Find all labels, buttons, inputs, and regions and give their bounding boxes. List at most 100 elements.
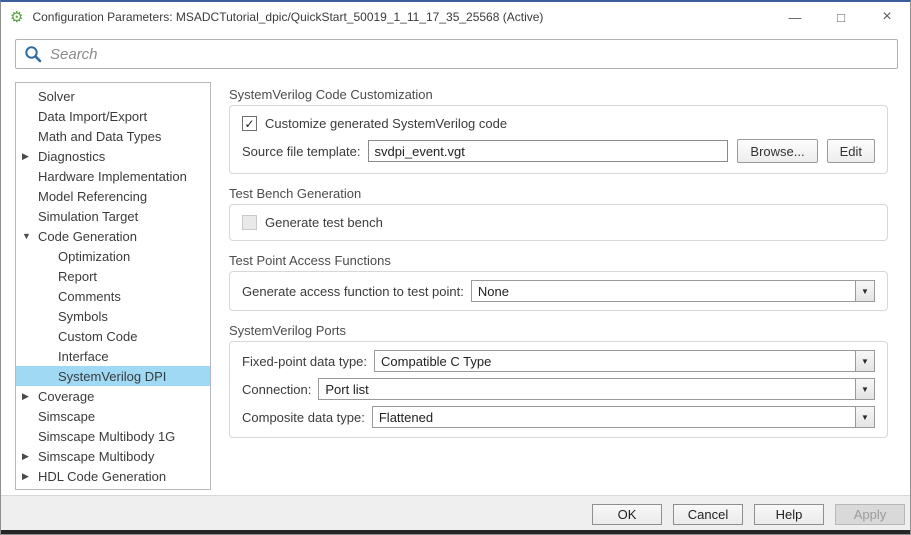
sidebar-item-report[interactable]: Report <box>16 266 210 286</box>
configuration-parameters-dialog: ⚙ Configuration Parameters: MSADCTutoria… <box>0 0 911 535</box>
sidebar-item-custom-code[interactable]: Custom Code <box>16 326 210 346</box>
sidebar-item-label: SystemVerilog DPI <box>56 369 166 384</box>
sidebar-item-label: Math and Data Types <box>36 129 161 144</box>
sidebar-item-label: Data Import/Export <box>36 109 147 124</box>
sidebar-item-comments[interactable]: Comments <box>16 286 210 306</box>
chevron-collapsed-icon[interactable]: ▶ <box>20 151 36 162</box>
footer-bar: OK Cancel Help Apply <box>1 495 910 530</box>
ok-button[interactable]: OK <box>592 504 662 525</box>
sidebar-item-label: Simscape Multibody 1G <box>36 429 175 444</box>
test-point-dropdown[interactable]: None ▼ <box>471 280 875 302</box>
sidebar-item-simscape[interactable]: Simscape <box>16 406 210 426</box>
source-template-input[interactable] <box>368 140 729 162</box>
connection-label: Connection: <box>242 382 311 397</box>
chevron-down-icon[interactable]: ▼ <box>855 407 874 427</box>
edit-button[interactable]: Edit <box>827 139 875 163</box>
search-icon <box>24 45 42 63</box>
sidebar-item-model-referencing[interactable]: Model Referencing <box>16 186 210 206</box>
sidebar-item-label: Interface <box>56 349 109 364</box>
sidebar-item-simscape-multibody-1g[interactable]: Simscape Multibody 1G <box>16 426 210 446</box>
test-point-dropdown-value: None <box>472 281 855 301</box>
sidebar-item-label: Model Referencing <box>36 189 147 204</box>
sidebar-item-simscape-multibody[interactable]: ▶Simscape Multibody <box>16 446 210 466</box>
taskbar-strip <box>1 530 910 534</box>
chevron-down-icon[interactable]: ▼ <box>855 281 874 301</box>
minimize-button[interactable]: — <box>772 2 818 32</box>
maximize-button[interactable]: □ <box>818 2 864 32</box>
window-title: Configuration Parameters: MSADCTutorial_… <box>32 10 543 24</box>
chevron-collapsed-icon[interactable]: ▶ <box>20 451 36 462</box>
customize-code-label: Customize generated SystemVerilog code <box>265 116 507 131</box>
chevron-collapsed-icon[interactable]: ▶ <box>20 391 36 402</box>
source-template-label: Source file template: <box>242 144 361 159</box>
sidebar-item-label: Symbols <box>56 309 108 324</box>
section-panel-test-bench: Generate test bench <box>229 204 888 241</box>
chevron-expanded-icon[interactable]: ▼ <box>20 231 36 241</box>
sidebar-item-label: Optimization <box>56 249 130 264</box>
section-panel-sv-ports: Fixed-point data type: Compatible C Type… <box>229 341 888 438</box>
sidebar-item-label: Simscape Multibody <box>36 449 154 464</box>
connection-dropdown-value: Port list <box>319 379 855 399</box>
sidebar-item-diagnostics[interactable]: ▶Diagnostics <box>16 146 210 166</box>
generate-test-bench-row: Generate test bench <box>242 215 875 230</box>
source-template-row: Source file template: Browse... Edit <box>242 139 875 163</box>
composite-dropdown[interactable]: Flattened ▼ <box>372 406 875 428</box>
sidebar-item-hdl-code-generation[interactable]: ▶HDL Code Generation <box>16 466 210 486</box>
chevron-down-icon[interactable]: ▼ <box>855 379 874 399</box>
apply-button: Apply <box>835 504 905 525</box>
customize-code-checkbox[interactable]: ✓ <box>242 116 257 131</box>
sidebar-item-label: Simscape <box>36 409 95 424</box>
sidebar-item-label: Code Generation <box>36 229 137 244</box>
main-panel: SystemVerilog Code Customization ✓ Custo… <box>229 82 888 438</box>
test-point-row: Generate access function to test point: … <box>242 280 875 302</box>
sidebar-item-data-import-export[interactable]: Data Import/Export <box>16 106 210 126</box>
sidebar-item-label: Comments <box>56 289 121 304</box>
browse-button[interactable]: Browse... <box>737 139 817 163</box>
section-panel-test-point: Generate access function to test point: … <box>229 271 888 311</box>
sidebar-item-label: Custom Code <box>56 329 137 344</box>
section-title-test-bench-generation: Test Bench Generation <box>229 186 888 201</box>
sidebar-item-solver[interactable]: Solver <box>16 86 210 106</box>
chevron-down-icon[interactable]: ▼ <box>855 351 874 371</box>
section-title-systemverilog-ports: SystemVerilog Ports <box>229 323 888 338</box>
app-gear-icon: ⚙ <box>10 10 23 25</box>
sidebar-item-label: Diagnostics <box>36 149 105 164</box>
footer-buttons: OK Cancel Help Apply <box>581 504 905 525</box>
test-point-label: Generate access function to test point: <box>242 284 464 299</box>
connection-dropdown[interactable]: Port list ▼ <box>318 378 875 400</box>
sidebar-item-interface[interactable]: Interface <box>16 346 210 366</box>
sidebar-item-label: Report <box>56 269 97 284</box>
section-title-systemverilog-code-customization: SystemVerilog Code Customization <box>229 87 888 102</box>
fixed-point-dropdown[interactable]: Compatible C Type ▼ <box>374 350 875 372</box>
connection-row: Connection: Port list ▼ <box>242 378 875 400</box>
section-panel-code-customization: ✓ Customize generated SystemVerilog code… <box>229 105 888 174</box>
sidebar-tree: Solver Data Import/Export Math and Data Ty… <box>15 82 211 490</box>
cancel-button[interactable]: Cancel <box>673 504 743 525</box>
composite-label: Composite data type: <box>242 410 365 425</box>
composite-dropdown-value: Flattened <box>373 407 855 427</box>
sidebar-item-optimization[interactable]: Optimization <box>16 246 210 266</box>
help-button[interactable]: Help <box>754 504 824 525</box>
search-input[interactable] <box>50 46 889 63</box>
window-controls: — □ × <box>772 2 910 32</box>
sidebar-item-coverage[interactable]: ▶Coverage <box>16 386 210 406</box>
fixed-point-dropdown-value: Compatible C Type <box>375 351 855 371</box>
generate-test-bench-label: Generate test bench <box>265 215 383 230</box>
customize-code-row: ✓ Customize generated SystemVerilog code <box>242 116 875 131</box>
generate-test-bench-checkbox <box>242 215 257 230</box>
chevron-collapsed-icon[interactable]: ▶ <box>20 471 36 482</box>
sidebar-item-systemverilog-dpi[interactable]: SystemVerilog DPI <box>16 366 210 386</box>
sidebar-item-label: Simulation Target <box>36 209 138 224</box>
sidebar-item-math-and-data-types[interactable]: Math and Data Types <box>16 126 210 146</box>
sidebar-item-code-generation[interactable]: ▼Code Generation <box>16 226 210 246</box>
search-box[interactable] <box>15 39 898 69</box>
sidebar-item-hardware-implementation[interactable]: Hardware Implementation <box>16 166 210 186</box>
sidebar-item-label: Coverage <box>36 389 94 404</box>
close-button[interactable]: × <box>864 2 910 32</box>
section-title-test-point-access: Test Point Access Functions <box>229 253 888 268</box>
sidebar-item-simulation-target[interactable]: Simulation Target <box>16 206 210 226</box>
title-bar: ⚙ Configuration Parameters: MSADCTutoria… <box>1 2 910 32</box>
sidebar-item-symbols[interactable]: Symbols <box>16 306 210 326</box>
composite-row: Composite data type: Flattened ▼ <box>242 406 875 428</box>
sidebar-item-label: HDL Code Generation <box>36 469 166 484</box>
